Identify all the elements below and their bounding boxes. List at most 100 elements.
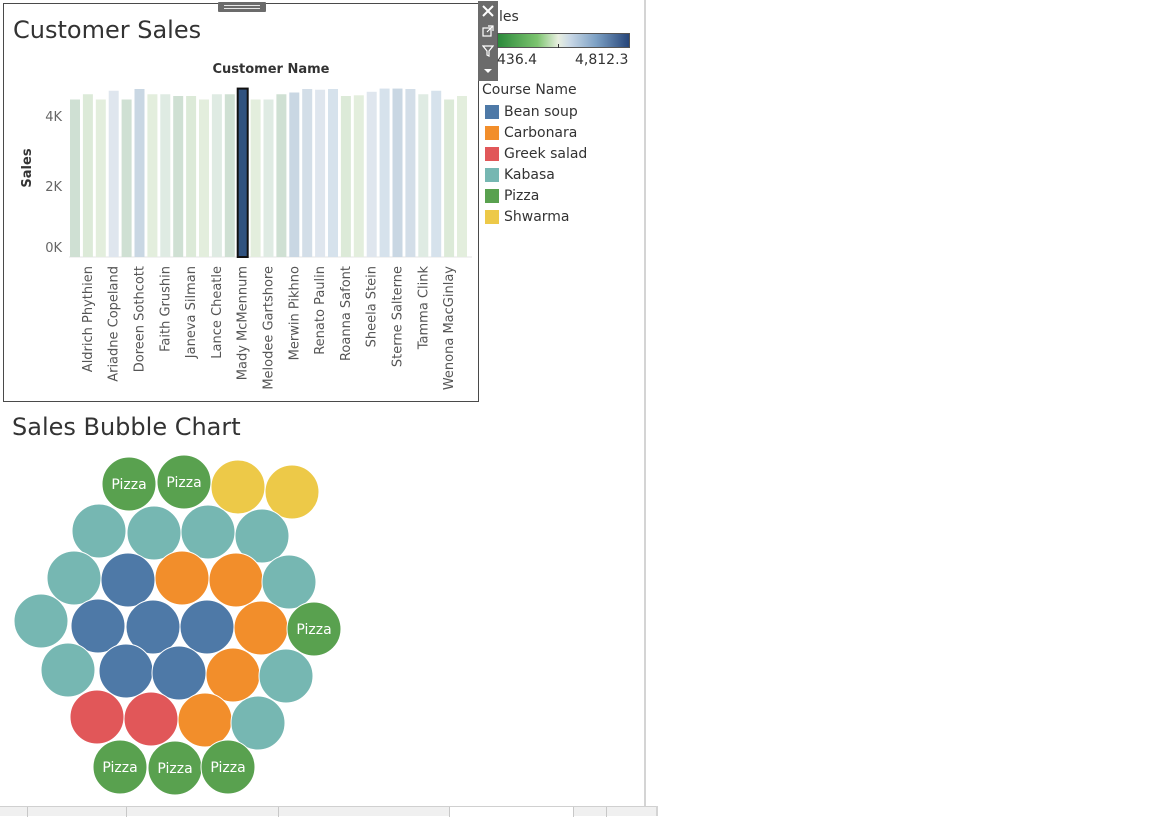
x-tick-label: Roanna Safont (339, 266, 354, 361)
bar[interactable] (82, 94, 93, 257)
open-external-icon[interactable] (478, 21, 498, 41)
bar[interactable] (289, 92, 300, 258)
bubble[interactable] (46, 550, 102, 606)
legend-item[interactable]: Kabasa (485, 167, 555, 183)
bubble[interactable] (258, 648, 314, 704)
legend-item[interactable]: Carbonara (485, 125, 577, 141)
bubble[interactable] (123, 691, 179, 747)
bubble[interactable] (180, 504, 236, 560)
bar[interactable] (95, 99, 106, 258)
bar[interactable] (340, 96, 351, 257)
bubble-chart: Pizza Pizza Pizza Pizza Pizza Pizza (13, 454, 342, 796)
bubble-label: Pizza (111, 477, 146, 493)
bubble[interactable] (177, 692, 233, 748)
bubble[interactable] (210, 459, 266, 515)
bubble-label: Pizza (296, 622, 331, 638)
bar[interactable] (457, 96, 467, 257)
bubble[interactable] (40, 642, 96, 698)
ramp-min-label: 436.4 (497, 52, 538, 68)
x-tick-label: Janeva Silman (184, 266, 199, 359)
bar[interactable] (263, 99, 274, 258)
sales-color-ramp[interactable] (497, 33, 630, 48)
caret-down-icon[interactable] (478, 63, 498, 79)
bubble[interactable] (13, 593, 69, 649)
pane-divider-bottom (656, 806, 658, 816)
y-tick-label: 0K (45, 241, 62, 256)
legend-label: Bean soup (504, 104, 578, 120)
bar[interactable] (431, 90, 442, 257)
x-tick-label: Wenona MacGinlay (442, 266, 457, 390)
bubble[interactable] (151, 645, 207, 701)
bubble[interactable] (205, 647, 261, 703)
customer-sales-chart: Customer Name Sales 0K 2K 4K Aldrich Phy… (20, 62, 472, 390)
x-tick-label: Sterne Salterne (391, 266, 406, 367)
bubble-label: Pizza (157, 761, 192, 777)
bubble[interactable] (71, 503, 127, 559)
pane-divider[interactable] (644, 0, 646, 816)
bar[interactable] (353, 95, 364, 257)
x-tick-label: Faith Grushin (158, 266, 173, 352)
legend-item[interactable]: Shwarma (485, 209, 570, 225)
bar[interactable] (328, 89, 338, 257)
bubble-label: Pizza (210, 760, 245, 776)
x-tick-label: Mady McMennum (236, 266, 251, 380)
close-icon[interactable] (478, 1, 498, 21)
legend-swatch (485, 126, 499, 140)
bar[interactable] (418, 94, 429, 257)
sales-legend-title: les (499, 9, 519, 25)
bar[interactable] (199, 99, 209, 258)
legend-swatch (485, 105, 499, 119)
bar[interactable] (236, 87, 249, 258)
bubble[interactable] (98, 643, 154, 699)
course-legend-title: Course Name (482, 82, 577, 98)
bar[interactable] (379, 88, 390, 257)
column-header: Customer Name (213, 62, 330, 77)
y-tick-label: 2K (45, 180, 62, 195)
bar[interactable] (121, 99, 132, 258)
bar[interactable] (392, 88, 403, 257)
x-tick-label: Lance Cheatle (210, 266, 225, 359)
legend-item[interactable]: Greek salad (485, 146, 587, 162)
x-tick-label: Aldrich Phythien (81, 266, 96, 372)
legend-label: Greek salad (504, 146, 588, 162)
bar[interactable] (276, 94, 287, 257)
sheet-tab-bar (0, 806, 656, 817)
bar[interactable] (147, 94, 158, 257)
bubble-label: Pizza (102, 760, 137, 776)
bar[interactable] (405, 89, 416, 257)
customer-sales-sheet[interactable]: Customer Sales Customer Name Sales 0K 2K… (3, 2, 479, 402)
bubble[interactable] (69, 689, 125, 745)
bar[interactable] (250, 99, 261, 258)
legend-label: Pizza (504, 188, 540, 204)
bar[interactable] (224, 94, 235, 257)
bar[interactable] (70, 99, 80, 258)
bubble[interactable] (154, 550, 210, 606)
x-tick-label: Melodee Gartshore (262, 266, 277, 390)
filter-icon[interactable] (478, 41, 498, 61)
legend-swatch (485, 168, 499, 182)
bar[interactable] (366, 91, 377, 257)
bubble[interactable] (233, 600, 289, 656)
bar[interactable] (444, 99, 455, 258)
legend-swatch (485, 147, 499, 161)
bubble[interactable] (208, 552, 264, 608)
bar[interactable] (134, 89, 145, 257)
x-tick-label: Doreen Sothcott (133, 266, 148, 372)
legend-item[interactable]: Bean soup (485, 104, 578, 120)
bubble[interactable] (100, 552, 156, 608)
y-tick-label: 4K (45, 110, 62, 125)
bubble[interactable] (126, 505, 182, 561)
bubble[interactable] (261, 554, 317, 610)
bar[interactable] (186, 96, 197, 257)
bar[interactable] (173, 96, 184, 257)
y-axis-label: Sales (20, 148, 35, 187)
bar[interactable] (211, 94, 222, 257)
legend-item[interactable]: Pizza (485, 188, 539, 204)
bar[interactable] (160, 94, 171, 257)
bar[interactable] (108, 90, 119, 257)
x-tick-label: Renato Paulin (313, 266, 328, 355)
bar[interactable] (302, 89, 313, 257)
legend-swatch (485, 189, 499, 203)
bar[interactable] (315, 89, 326, 257)
bubble[interactable] (179, 599, 235, 655)
